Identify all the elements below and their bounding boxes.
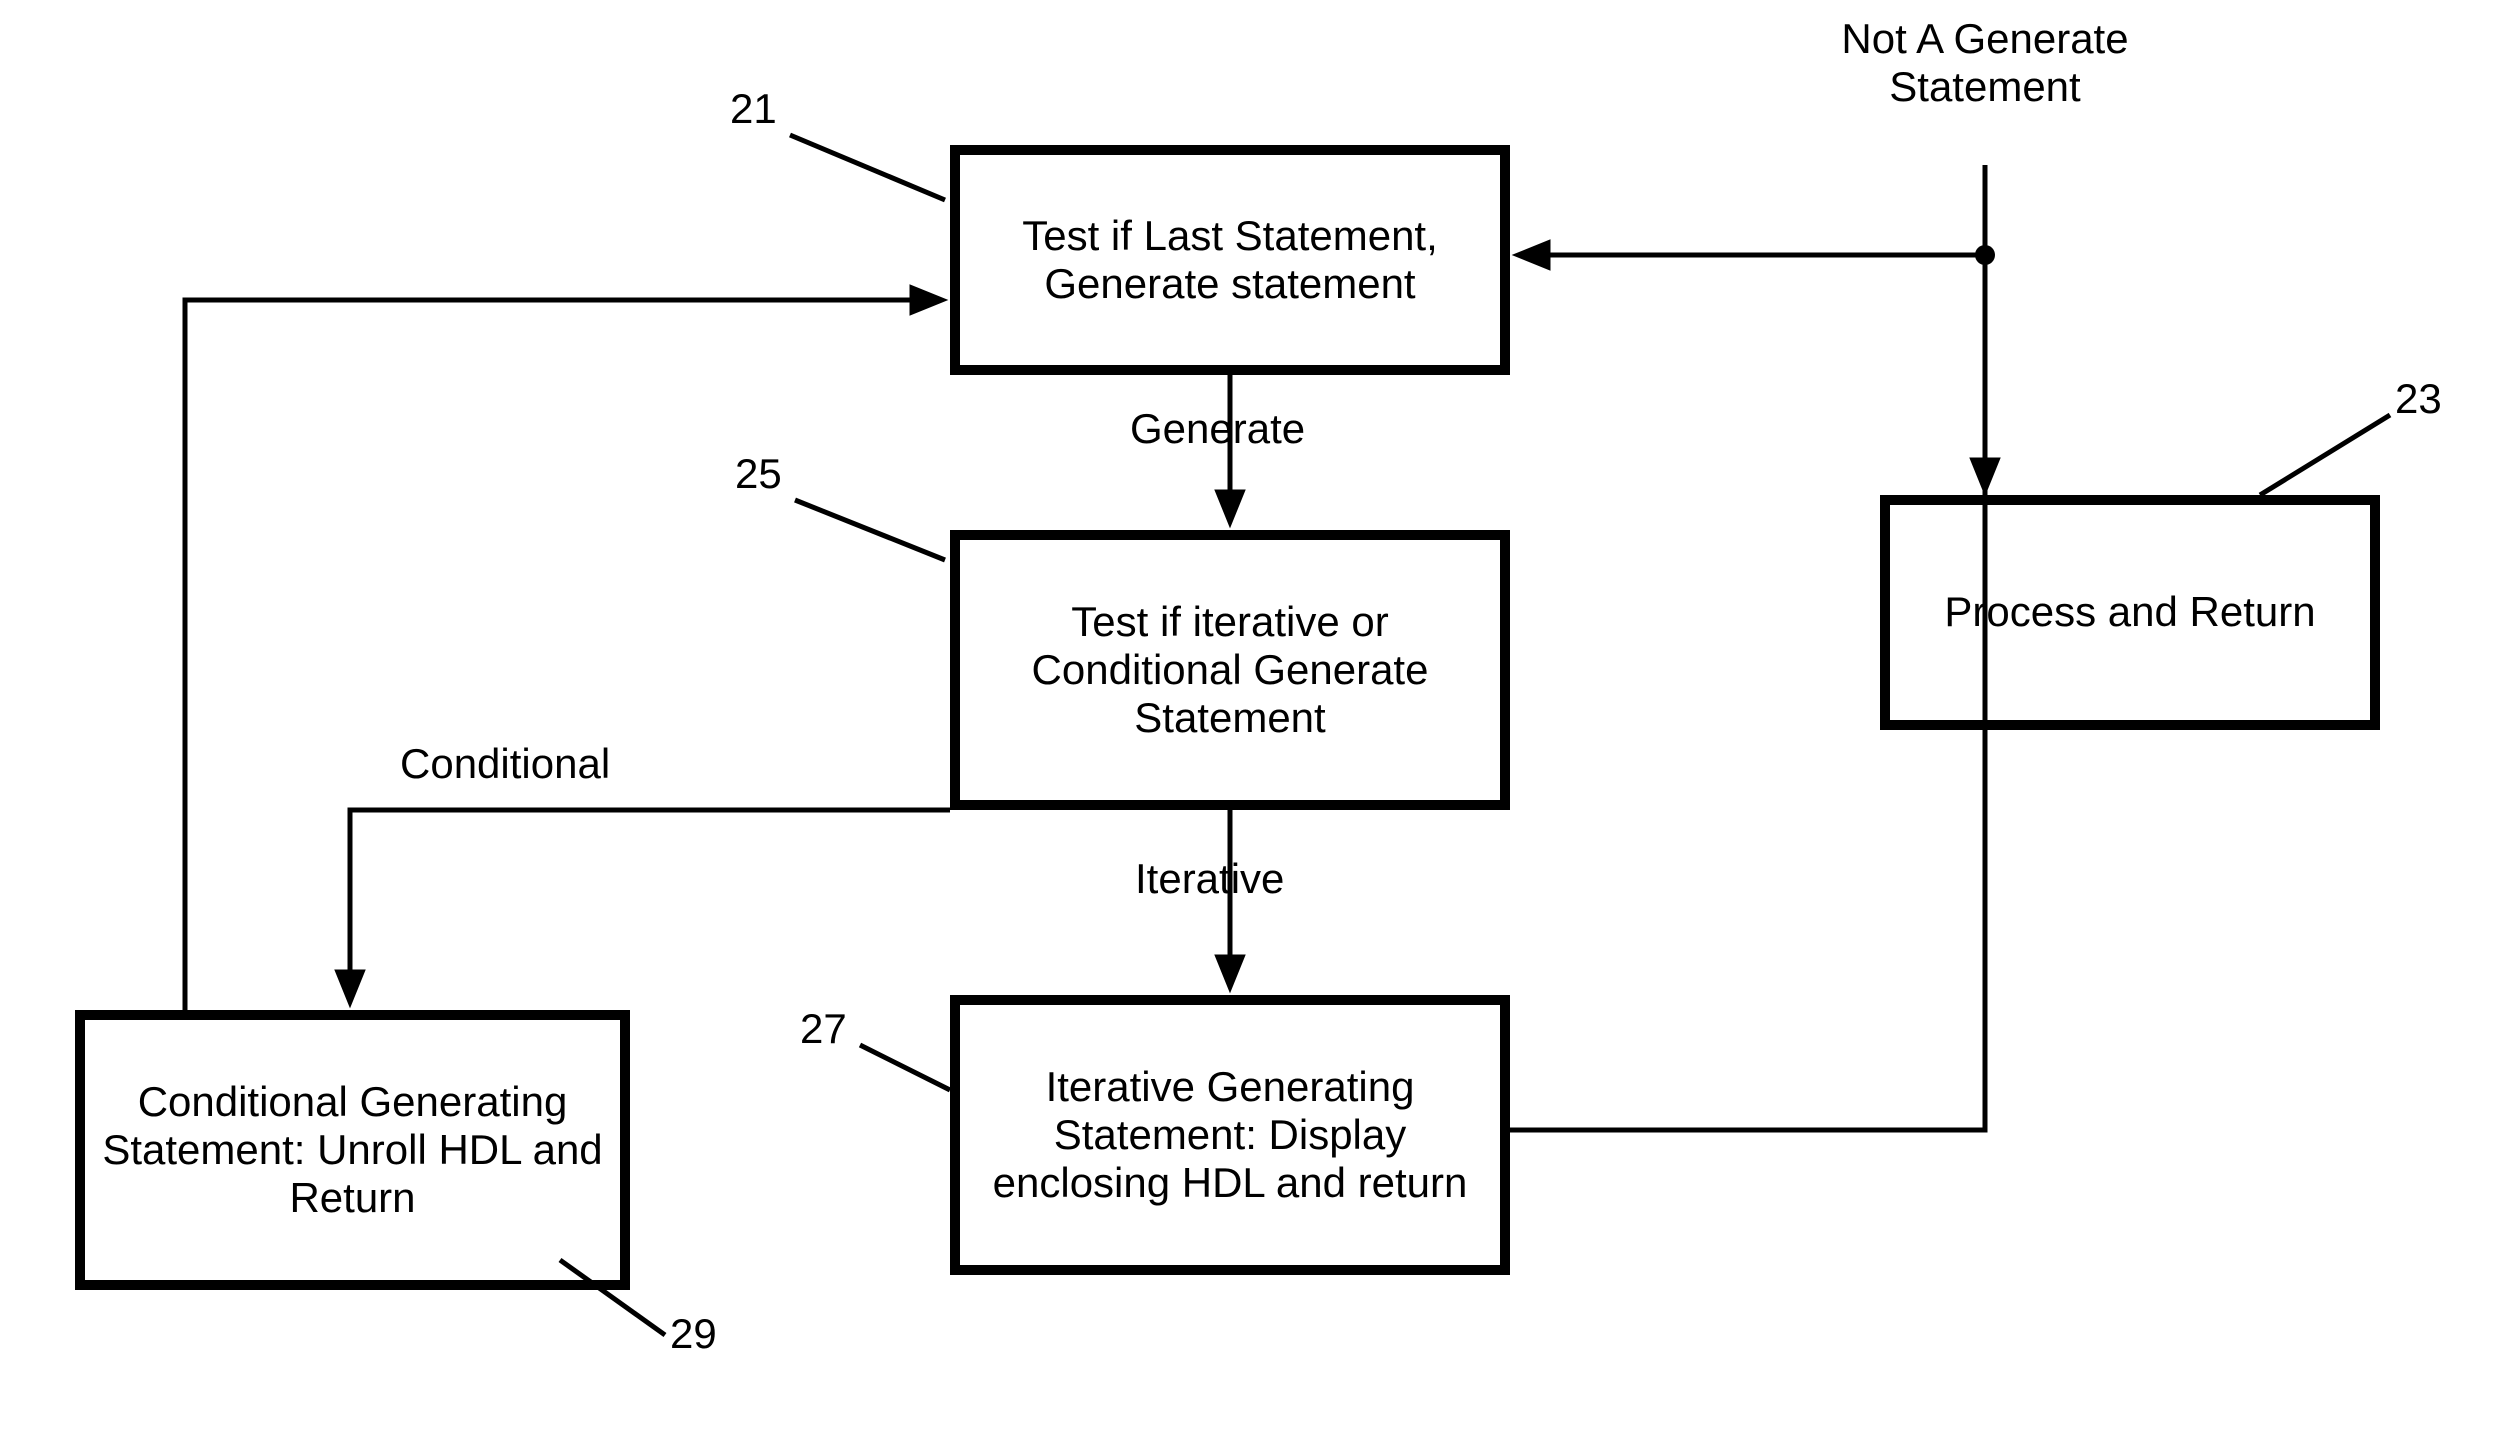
lead-27 <box>860 1045 950 1090</box>
box-test-iterative-conditional: Test if iterative or Conditional Generat… <box>950 530 1510 810</box>
lead-23 <box>2260 415 2390 495</box>
label-iterative: Iterative <box>1135 855 1284 903</box>
junction-dot <box>1975 245 1995 265</box>
arrowhead-29-to-21 <box>910 285 947 315</box>
arrowhead-25-to-27 <box>1215 955 1245 992</box>
callout-25-text: 25 <box>735 450 782 497</box>
callout-29: 29 <box>670 1310 717 1358</box>
line-29-to-21 <box>185 300 930 1010</box>
lead-21 <box>790 135 945 200</box>
box23-text: Process and Return <box>1944 588 2315 636</box>
label-not-generate: Not A Generate Statement <box>1770 15 2200 112</box>
box-iterative-generating: Iterative Generating Statement: Display … <box>950 995 1510 1275</box>
arrowhead-junction-to-23 <box>1970 458 2000 495</box>
box27-text: Iterative Generating Statement: Display … <box>970 1063 1490 1208</box>
label-iterative-text: Iterative <box>1135 855 1284 902</box>
arrowhead-21-to-25 <box>1215 490 1245 527</box>
callout-29-text: 29 <box>670 1310 717 1357</box>
box29-text: Conditional Generating Statement: Unroll… <box>95 1078 610 1223</box>
label-generate-text: Generate <box>1130 405 1305 452</box>
callout-27-text: 27 <box>800 1005 847 1052</box>
box-conditional-generating: Conditional Generating Statement: Unroll… <box>75 1010 630 1290</box>
callout-23: 23 <box>2395 375 2442 423</box>
box-process-return: Process and Return <box>1880 495 2380 730</box>
label-not-generate-text: Not A Generate Statement <box>1841 15 2128 110</box>
label-conditional-text: Conditional <box>400 740 610 787</box>
lead-25 <box>795 500 945 560</box>
label-generate: Generate <box>1130 405 1305 453</box>
box-test-last-statement: Test if Last Statement, Generate stateme… <box>950 145 1510 375</box>
arrowhead-into-21-right <box>1513 240 1550 270</box>
callout-27: 27 <box>800 1005 847 1053</box>
callout-23-text: 23 <box>2395 375 2442 422</box>
box21-text: Test if Last Statement, Generate stateme… <box>970 212 1490 309</box>
callout-25: 25 <box>735 450 782 498</box>
arrowhead-25-to-29 <box>335 970 365 1007</box>
arrow-25-to-29 <box>350 810 950 990</box>
box25-text: Test if iterative or Conditional Generat… <box>970 598 1490 743</box>
flowchart-canvas: Test if Last Statement, Generate stateme… <box>0 0 2512 1437</box>
label-conditional: Conditional <box>400 740 610 788</box>
callout-21-text: 21 <box>730 85 777 132</box>
callout-21: 21 <box>730 85 777 133</box>
